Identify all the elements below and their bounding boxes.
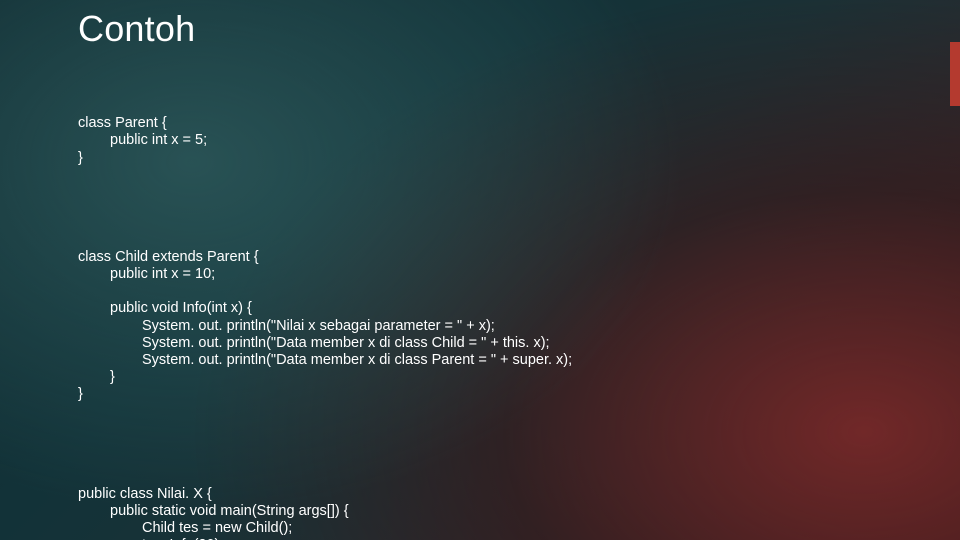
code-block: class Parent { public int x = 5; } class… <box>78 64 960 540</box>
code-line: class Parent { <box>78 115 167 131</box>
code-line: } <box>78 386 83 402</box>
code-line: Child tes = new Child(); <box>78 520 292 536</box>
code-line: System. out. println("Data member x di c… <box>78 352 572 368</box>
code-class-parent: class Parent { public int x = 5; } <box>78 98 960 166</box>
slide-container: Contoh class Parent { public int x = 5; … <box>0 0 960 540</box>
code-line: public void Info(int x) { <box>78 300 252 316</box>
code-line: } <box>78 369 115 385</box>
code-line: public int x = 5; <box>78 132 207 148</box>
code-line: public static void main(String args[]) { <box>78 503 349 519</box>
accent-bar <box>950 42 960 106</box>
code-line: class Child extends Parent { <box>78 249 259 265</box>
code-line: System. out. println("Data member x di c… <box>78 335 550 351</box>
code-class-nilaix: public class Nilai. X { public static vo… <box>78 468 960 540</box>
code-line: System. out. println("Nilai x sebagai pa… <box>78 318 495 334</box>
slide-title: Contoh <box>78 8 960 50</box>
code-class-child: class Child extends Parent { public int … <box>78 232 960 403</box>
code-line: public class Nilai. X { <box>78 486 212 502</box>
code-line: } <box>78 150 83 166</box>
code-line: public int x = 10; <box>78 266 215 282</box>
